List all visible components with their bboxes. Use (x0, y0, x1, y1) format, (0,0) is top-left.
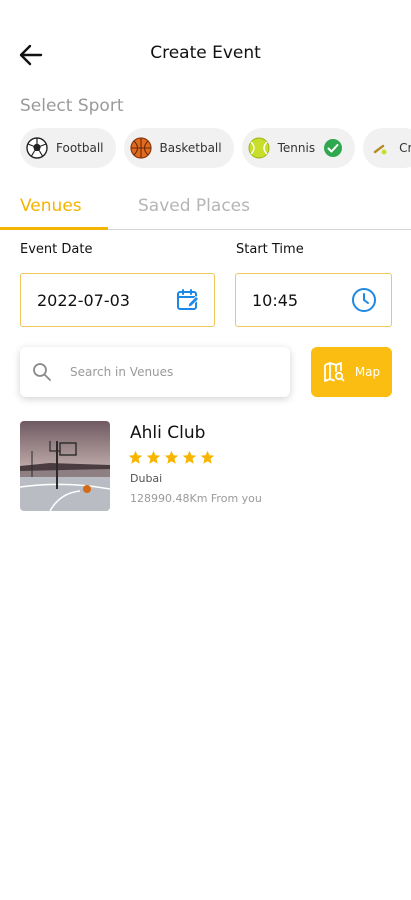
basketball-icon (129, 137, 152, 159)
sport-chip-basketball[interactable]: Basketball (123, 128, 234, 168)
star-icon (200, 450, 215, 464)
sport-chips: Football Basketball Tennis Cr (20, 128, 411, 168)
venue-city: Dubai (130, 472, 163, 485)
football-icon (26, 137, 48, 159)
map-button[interactable]: Map (311, 347, 392, 397)
start-time-field[interactable]: 10:45 (235, 273, 392, 327)
star-icon (146, 450, 161, 464)
star-icon (128, 450, 143, 464)
search-input[interactable] (68, 364, 262, 380)
sport-chip-cricket[interactable]: Cr (363, 128, 411, 168)
venue-distance: 128990.48Km From you (130, 492, 262, 505)
search-icon (33, 363, 51, 381)
clock-icon (352, 288, 376, 312)
venue-name: Ahli Club (130, 423, 206, 443)
event-date-field[interactable]: 2022-07-03 (20, 273, 215, 327)
venue-search-box[interactable] (20, 347, 290, 397)
sport-chip-tennis[interactable]: Tennis (241, 128, 356, 168)
select-sport-label: Select Sport (20, 96, 124, 116)
start-time-label: Start Time (236, 242, 304, 257)
star-icon (182, 450, 197, 464)
star-icon (164, 450, 179, 464)
sport-chip-label: Tennis (277, 141, 316, 155)
calendar-edit-icon (177, 289, 200, 310)
event-date-value: 2022-07-03 (37, 290, 130, 310)
start-time-value: 10:45 (252, 290, 299, 310)
page-title: Create Event (150, 43, 261, 63)
map-button-label: Map (354, 365, 381, 379)
venue-card[interactable]: Ahli Club Dubai 128990.48Km From you (20, 421, 392, 513)
sport-chip-football[interactable]: Football (20, 128, 116, 168)
map-search-icon (323, 362, 345, 382)
venue-tabs: Venues Saved Places (0, 196, 411, 230)
event-date-label: Event Date (20, 242, 93, 257)
tab-saved-places[interactable]: Saved Places (138, 196, 250, 216)
sport-chip-label: Football (56, 141, 104, 155)
check-circle-icon (324, 139, 343, 157)
venue-thumbnail (20, 421, 110, 511)
sport-chip-label: Basketball (159, 141, 222, 155)
venue-rating (128, 450, 215, 465)
tab-venues[interactable]: Venues (20, 196, 82, 216)
cricket-icon (373, 144, 387, 155)
tennis-ball-icon (248, 137, 270, 159)
active-tab-indicator (0, 227, 108, 230)
sport-chip-label: Cr (399, 141, 411, 155)
